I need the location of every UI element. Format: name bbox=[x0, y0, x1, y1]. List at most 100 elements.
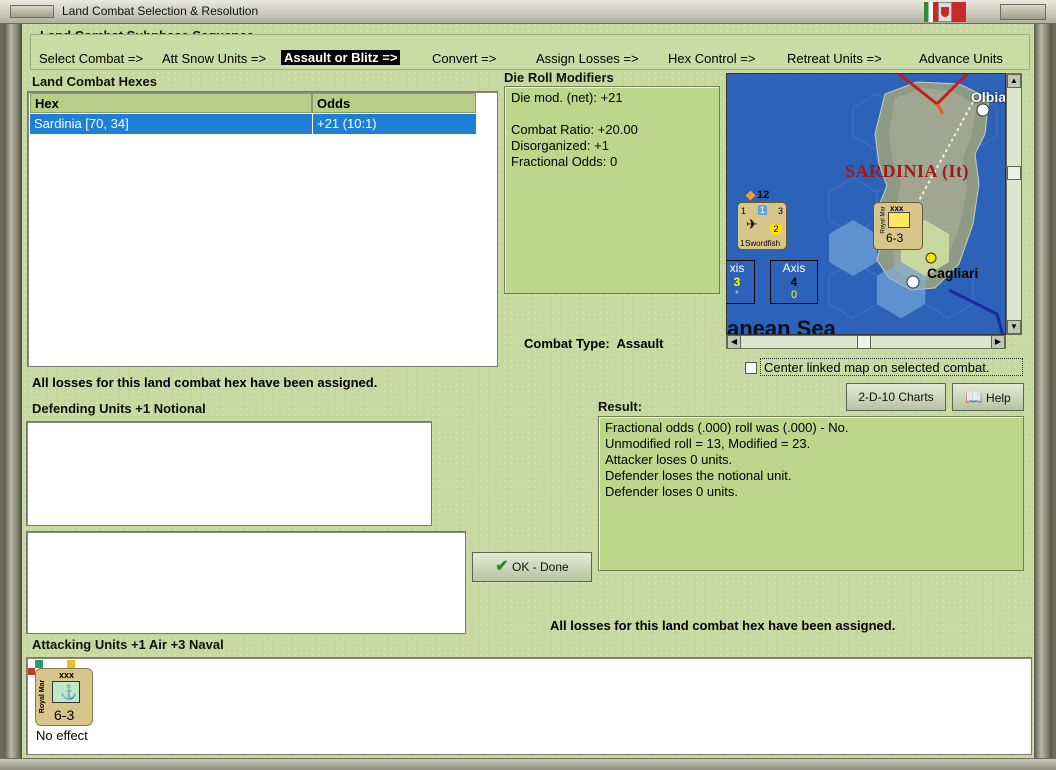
attacking-units-list[interactable]: xxx Royal Mar ⚓ 6-3 No effect bbox=[26, 657, 1032, 755]
map-land-unit-counter[interactable]: xxx Royal Mar 6-3 bbox=[873, 202, 923, 250]
axis-box-1-value: 3 bbox=[733, 275, 741, 289]
result-line-4: Defender loses the notional unit. bbox=[605, 468, 792, 483]
map-city-olbia: Olbia bbox=[971, 89, 1006, 105]
italy-flag-red-icon bbox=[952, 2, 966, 22]
map-city-cagliari: Cagliari bbox=[927, 265, 979, 281]
seq-step-assault-or-blitz: Assault or Blitz => bbox=[281, 50, 401, 65]
help-button[interactable]: 📖 Help bbox=[952, 383, 1024, 411]
result-line-2: Unmodified roll = 13, Modified = 23. bbox=[605, 436, 811, 451]
hexes-row-hex[interactable]: Sardinia [70, 34] bbox=[30, 114, 312, 134]
air-unit-count: 1 bbox=[740, 239, 745, 248]
result-line-3: Attacker loses 0 units. bbox=[605, 452, 733, 467]
air-unit-name: Swordfish bbox=[745, 239, 781, 248]
result-line-5: Defender loses 0 units. bbox=[605, 484, 738, 499]
seq-step-select-combat: Select Combat => bbox=[39, 51, 144, 66]
combat-type-label: Combat Type: bbox=[524, 336, 610, 351]
map-sea-label: anean Sea bbox=[727, 316, 836, 335]
seq-step-convert: Convert => bbox=[432, 51, 497, 66]
air-unit-right: 3 bbox=[778, 206, 784, 216]
italy-flag-icon bbox=[924, 2, 938, 22]
result-title: Result: bbox=[598, 399, 643, 414]
seq-step-hex-control: Hex Control => bbox=[668, 51, 756, 66]
attacking-title: Attacking Units +1 Air +3 Naval bbox=[32, 637, 224, 652]
charts-button[interactable]: 2-D-10 Charts bbox=[846, 383, 946, 411]
checkmark-icon: ✔ bbox=[495, 558, 509, 575]
map-horizontal-scrollbar[interactable]: ◀ ▶ bbox=[726, 335, 1006, 349]
attacking-unit-size: xxx bbox=[59, 670, 75, 680]
help-label: Help bbox=[986, 391, 1011, 405]
modifier-combat-ratio: Combat Ratio: +20.00 bbox=[511, 122, 638, 137]
bottom-frame-bar bbox=[0, 758, 1056, 770]
modifier-net: Die mod. (net): +21 bbox=[511, 90, 623, 105]
seq-step-assign-losses: Assign Losses => bbox=[536, 51, 639, 66]
defending-units-detail[interactable] bbox=[26, 531, 466, 634]
axis-box-2-value: 4 bbox=[790, 275, 798, 289]
window-title: Land Combat Selection & Resolution bbox=[62, 4, 259, 18]
map-region-label: SARDINIA (It) bbox=[845, 161, 970, 181]
axis-box-1-sub: * bbox=[735, 289, 739, 300]
hexes-title: Land Combat Hexes bbox=[32, 74, 157, 89]
center-map-label[interactable]: Center linked map on selected combat. bbox=[760, 358, 1023, 376]
map-vertical-scrollbar[interactable]: ▲ ▼ bbox=[1006, 73, 1022, 335]
axis-box-2-label: Axis bbox=[782, 261, 806, 275]
air-unit-left: 1 bbox=[741, 206, 747, 216]
left-frame-rail bbox=[4, 24, 22, 758]
map-axis-box-2[interactable]: Axis 4 0 bbox=[770, 260, 818, 304]
title-bar[interactable]: Land Combat Selection & Resolution bbox=[0, 0, 1056, 24]
marine-anchor-icon: ⚓ bbox=[52, 681, 80, 703]
land-unit-strength: 6-3 bbox=[886, 231, 904, 245]
attacking-unit-counter[interactable]: xxx Royal Mar ⚓ 6-3 bbox=[35, 668, 93, 726]
seq-step-att-snow-units: Att Snow Units => bbox=[162, 51, 267, 66]
hexes-list[interactable]: Hex Odds Sardinia [70, 34] +21 (10:1) bbox=[27, 91, 498, 367]
subphase-sequence: Select Combat => Att Snow Units => Assau… bbox=[30, 34, 1030, 70]
status-dot-red-icon bbox=[28, 668, 35, 675]
linked-map[interactable]: Olbia SARDINIA (It) Cagliari anean Sea x… bbox=[726, 73, 1006, 335]
window-controls[interactable] bbox=[1000, 4, 1046, 20]
scroll-up-icon[interactable]: ▲ bbox=[1007, 74, 1021, 88]
seq-step-retreat-units: Retreat Units => bbox=[787, 51, 882, 66]
combat-type: Combat Type: Assault bbox=[524, 336, 663, 351]
airplane-icon: ✈ bbox=[746, 216, 758, 232]
scroll-down-icon[interactable]: ▼ bbox=[1007, 320, 1021, 334]
land-unit-side: Royal Mar bbox=[880, 206, 887, 234]
anchor-icon: ⚓ bbox=[60, 684, 78, 700]
combat-type-value: Assault bbox=[616, 336, 664, 351]
modifier-fractional-odds: Fractional Odds: 0 bbox=[511, 154, 618, 169]
scroll-thumb-h[interactable] bbox=[857, 335, 871, 349]
marine-symbol-icon bbox=[888, 212, 910, 228]
result-panel: Fractional odds (.000) roll was (.000) -… bbox=[598, 416, 1024, 571]
center-map-checkbox[interactable] bbox=[745, 362, 757, 374]
modifier-spacer bbox=[511, 106, 713, 122]
window-menu-grip[interactable] bbox=[10, 5, 54, 18]
ok-done-label: OK - Done bbox=[512, 560, 569, 574]
hexes-row-odds[interactable]: +21 (10:1) bbox=[312, 114, 476, 134]
status-top: All losses for this land combat hex have… bbox=[32, 375, 378, 390]
hexes-col-hex[interactable]: Hex bbox=[30, 93, 312, 113]
axis-box-1-label: xis bbox=[729, 261, 745, 275]
attacking-unit-caption: No effect bbox=[36, 728, 88, 743]
book-icon: 📖 bbox=[965, 389, 983, 405]
savoy-shield-icon bbox=[938, 2, 952, 22]
status-dot-yellow-icon bbox=[67, 660, 75, 668]
defending-units-list[interactable] bbox=[26, 421, 432, 526]
status-bottom: All losses for this land combat hex have… bbox=[550, 618, 896, 633]
defending-title: Defending Units +1 Notional bbox=[32, 401, 206, 416]
modifiers-title: Die Roll Modifiers bbox=[504, 70, 614, 85]
air-unit-circle: 2 bbox=[770, 223, 782, 235]
ok-done-button[interactable]: ✔ OK - Done bbox=[472, 552, 592, 582]
modifiers-panel: Die mod. (net): +21 Combat Ratio: +20.00… bbox=[504, 86, 720, 294]
result-line-1: Fractional odds (.000) roll was (.000) -… bbox=[605, 420, 849, 435]
attacking-unit-side: Royal Mar bbox=[39, 679, 47, 714]
map-air-unit-counter[interactable]: 1 1 3 ✈ 2 1 Swordfish bbox=[737, 202, 787, 250]
scroll-left-icon[interactable]: ◀ bbox=[727, 335, 741, 349]
scroll-right-icon[interactable]: ▶ bbox=[991, 335, 1005, 349]
seq-step-advance-units: Advance Units bbox=[919, 51, 1003, 66]
attacking-unit-strength: 6-3 bbox=[54, 707, 75, 723]
hexes-col-odds[interactable]: Odds bbox=[312, 93, 476, 113]
air-unit-stack: 12 bbox=[757, 189, 770, 201]
axis-box-2-sub: 0 bbox=[790, 289, 798, 301]
scroll-thumb-v[interactable] bbox=[1007, 166, 1021, 180]
modifier-disorganized: Disorganized: +1 bbox=[511, 138, 609, 153]
right-frame-rail bbox=[1034, 24, 1052, 758]
map-axis-box-1[interactable]: xis 3 * bbox=[727, 260, 755, 304]
